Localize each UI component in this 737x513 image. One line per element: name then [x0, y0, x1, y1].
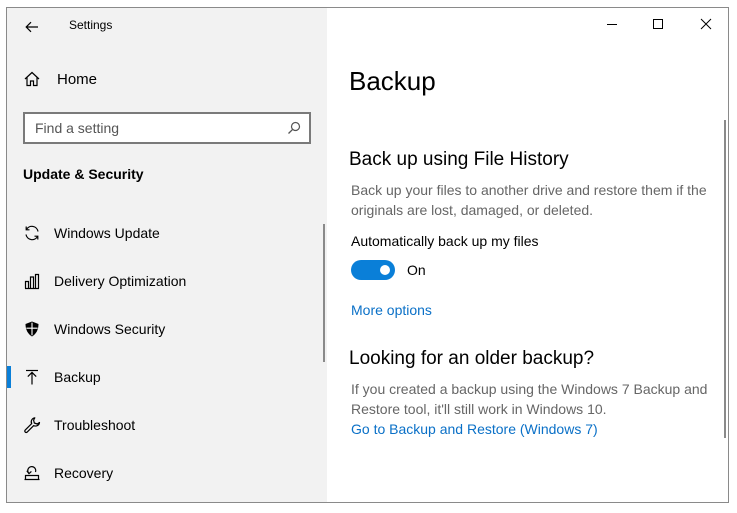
- back-button[interactable]: [19, 14, 45, 40]
- delivery-optimization-icon: [24, 273, 40, 290]
- auto-backup-toggle[interactable]: [351, 260, 395, 280]
- backup-restore-link[interactable]: Go to Backup and Restore (Windows 7): [351, 421, 598, 437]
- close-icon: [700, 18, 712, 30]
- more-options-link[interactable]: More options: [351, 302, 432, 318]
- auto-backup-label: Automatically back up my files: [351, 233, 539, 249]
- sidebar: Settings Home Update & Security: [7, 8, 327, 502]
- file-history-description: Back up your files to another drive and …: [351, 182, 707, 218]
- close-button[interactable]: [683, 8, 728, 40]
- sidebar-item-home[interactable]: Home: [23, 70, 97, 88]
- main-scrollbar[interactable]: [724, 120, 726, 438]
- sidebar-item-label: Delivery Optimization: [54, 273, 187, 289]
- maximize-icon: [653, 19, 663, 29]
- sidebar-item-label: Backup: [54, 369, 101, 385]
- nav-list: Windows Update Delivery Optimization Win…: [7, 209, 327, 497]
- older-backup-description: If you created a backup using the Window…: [351, 381, 708, 417]
- search-icon[interactable]: [287, 121, 301, 135]
- section-title: Update & Security: [23, 166, 144, 182]
- recovery-icon: [24, 466, 40, 481]
- sidebar-item-label: Windows Update: [54, 225, 160, 241]
- older-backup-heading: Looking for an older backup?: [349, 348, 595, 369]
- sync-icon: [25, 225, 39, 241]
- sidebar-item-label: Troubleshoot: [54, 417, 136, 433]
- sidebar-item-backup[interactable]: Backup: [7, 353, 327, 401]
- minimize-button[interactable]: [589, 8, 635, 40]
- sidebar-item-label: Windows Security: [54, 321, 166, 337]
- wrench-icon: [24, 417, 41, 434]
- toggle-state-label: On: [407, 262, 426, 278]
- shield-icon: [25, 321, 39, 337]
- file-history-heading: Back up using File History: [349, 149, 569, 170]
- sidebar-item-label: Recovery: [54, 465, 114, 481]
- sidebar-scrollbar[interactable]: [323, 224, 325, 362]
- backup-upload-icon: [26, 369, 38, 385]
- main-content: Backup Back up using File History Back u…: [327, 8, 728, 502]
- page-title: Backup: [349, 66, 436, 96]
- back-arrow-icon: [25, 21, 38, 33]
- toggle-knob: [380, 265, 390, 275]
- home-icon: [24, 71, 40, 87]
- sidebar-item-recovery[interactable]: Recovery: [7, 449, 327, 497]
- search-input[interactable]: [25, 119, 287, 137]
- sidebar-item-windows-update[interactable]: Windows Update: [7, 209, 327, 257]
- settings-window: Settings Home Update & Security: [6, 7, 729, 503]
- minimize-icon: [607, 24, 617, 25]
- home-label: Home: [57, 70, 98, 88]
- sidebar-item-troubleshoot[interactable]: Troubleshoot: [7, 401, 327, 449]
- app-title: Settings: [69, 18, 113, 32]
- sidebar-item-windows-security[interactable]: Windows Security: [7, 305, 327, 353]
- maximize-button[interactable]: [635, 8, 681, 40]
- sidebar-item-delivery-optimization[interactable]: Delivery Optimization: [7, 257, 327, 305]
- search-box[interactable]: [23, 112, 311, 144]
